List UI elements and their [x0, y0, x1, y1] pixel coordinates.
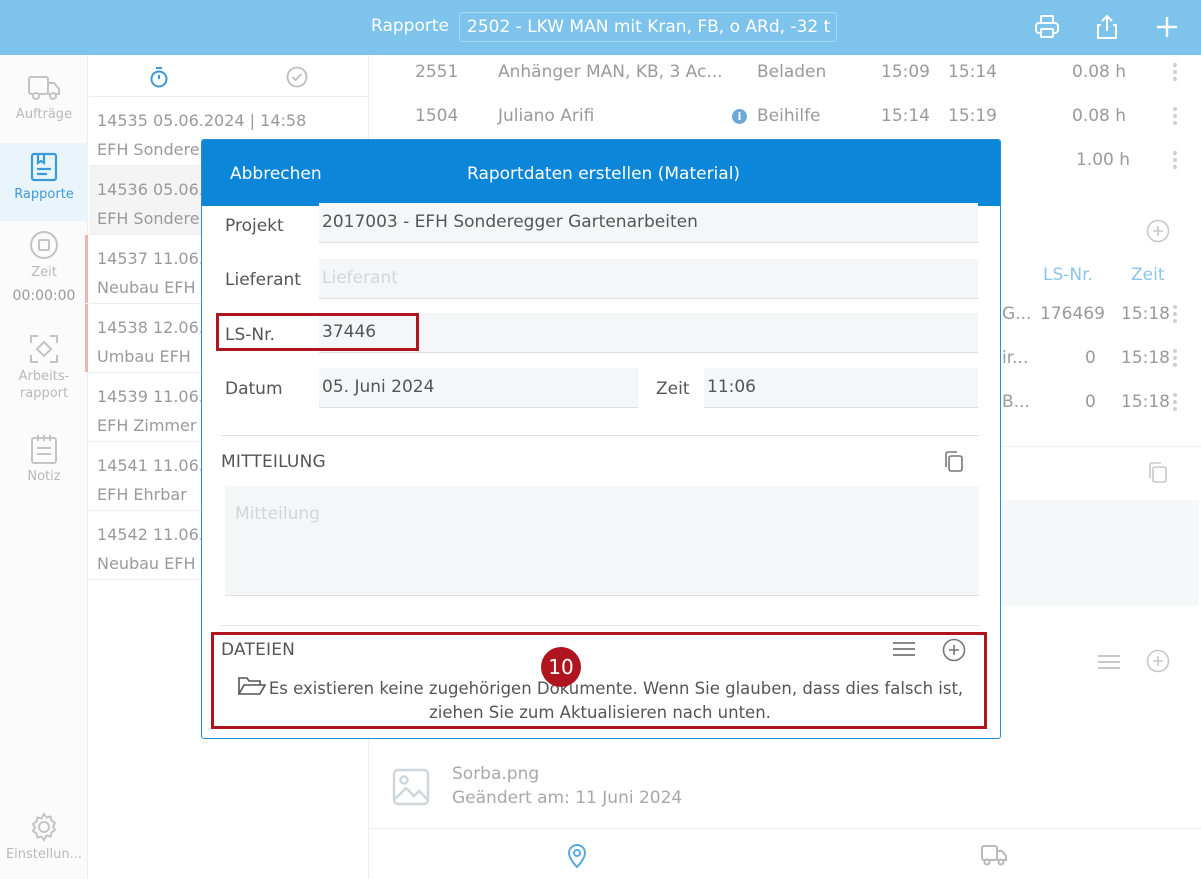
message-area	[1001, 500, 1199, 606]
lieferant-label: Lieferant	[225, 270, 301, 290]
nav-item-arbeitsrapport[interactable]: Arbeits- rapport	[0, 333, 88, 413]
plus-icon[interactable]	[1153, 13, 1181, 41]
table-cell: 1.00 h	[1076, 150, 1131, 170]
highlight-dateien	[211, 632, 987, 729]
scan-icon	[30, 335, 58, 363]
more-icon[interactable]	[1173, 63, 1177, 84]
mitteilung-input[interactable]: Mitteilung	[225, 486, 979, 596]
nav-item-einstellungen[interactable]: Einstellun...	[0, 811, 88, 871]
column-header[interactable]: LS-Nr.	[1043, 265, 1093, 285]
projekt-label: Projekt	[225, 216, 284, 236]
add-circle-icon[interactable]	[1146, 649, 1170, 673]
notepad-icon	[31, 435, 57, 464]
printer-icon[interactable]	[1033, 13, 1061, 41]
timer-value: 00:00:00	[12, 288, 76, 304]
nav-label-arbeits: Arbeits-	[18, 369, 70, 384]
table-cell: 15:09	[881, 62, 930, 82]
zeit-field[interactable]: 11:06	[704, 368, 978, 408]
mitteilung-title: MITTEILUNG	[221, 452, 326, 472]
table-cell: 176469	[1040, 304, 1105, 324]
info-icon[interactable]: i	[732, 109, 747, 124]
list-header	[89, 55, 369, 97]
nav-label-rapport: rapport	[19, 386, 69, 401]
table-cell: 0.08 h	[1072, 106, 1127, 126]
table-cell: Anhänger MAN, KB, 3 Ac...	[498, 62, 723, 82]
nav-item-rapporte[interactable]: Rapporte	[0, 143, 88, 221]
table-cell: G...	[1002, 304, 1032, 324]
nav-label-notiz: Notiz	[27, 469, 61, 484]
more-icon[interactable]	[1173, 349, 1177, 370]
table-cell: 15:14	[948, 62, 997, 82]
table-cell: 15:14	[881, 106, 930, 126]
projekt-field[interactable]: 2017003 - EFH Sonderegger Gartenarbeiten	[319, 203, 978, 243]
status-marker	[85, 304, 88, 372]
lieferant-field[interactable]: Lieferant	[319, 259, 978, 299]
table-cell: 2551	[415, 62, 459, 82]
file-name[interactable]: Sorba.png	[452, 764, 539, 784]
check-circle-icon[interactable]	[286, 66, 308, 88]
truck-icon	[28, 76, 60, 100]
more-icon[interactable]	[1173, 151, 1177, 172]
table-cell: 15:18	[1121, 348, 1170, 368]
page-title: Rapporte	[371, 16, 449, 36]
truck-icon[interactable]	[980, 843, 1008, 867]
dialog-header: Abbrechen Raportdaten erstellen (Materia…	[202, 140, 1000, 206]
gear-icon	[31, 812, 57, 842]
nav-item-notiz[interactable]: Notiz	[0, 433, 88, 493]
list-item-title: 14535 05.06.2024 | 14:58	[97, 111, 307, 130]
table-cell: 0.08 h	[1072, 62, 1127, 82]
zeit-label: Zeit	[656, 379, 690, 399]
nav-label-einstellungen: Einstellun...	[5, 847, 83, 862]
share-icon[interactable]	[1093, 13, 1121, 41]
table-cell: Juliano Arifi	[498, 106, 595, 126]
side-nav: Aufträge Rapporte Zeit 00:00:00 Arbeits-…	[0, 55, 88, 879]
table-cell: 0	[1085, 348, 1096, 368]
more-icon[interactable]	[1173, 393, 1177, 414]
table-cell: 1504	[415, 106, 459, 126]
divider	[1001, 446, 1201, 447]
table-cell: 15:18	[1121, 392, 1170, 412]
more-icon[interactable]	[1173, 305, 1177, 326]
divider	[221, 435, 979, 436]
table-cell: ir...	[1002, 348, 1029, 368]
nav-label-zeit: Zeit	[31, 265, 57, 280]
table-cell: Beihilfe	[757, 106, 821, 126]
datum-label: Datum	[225, 379, 283, 399]
table-cell: 0	[1085, 392, 1096, 412]
nav-item-auftraege[interactable]: Aufträge	[0, 73, 88, 135]
copy-icon[interactable]	[1147, 461, 1169, 485]
column-header[interactable]: Zeit	[1131, 265, 1165, 285]
nav-label-rapporte: Rapporte	[14, 187, 74, 202]
vehicle-select[interactable]: 2502 - LKW MAN mit Kran, FB, o ARd, -32 …	[459, 12, 837, 42]
more-icon[interactable]	[1173, 107, 1177, 128]
stopwatch-icon[interactable]	[149, 66, 169, 88]
status-marker	[85, 235, 88, 303]
table-cell: 15:19	[948, 106, 997, 126]
bottom-tab-bar	[369, 828, 1201, 879]
datum-field[interactable]: 05. Juni 2024	[319, 368, 638, 408]
nav-label-auftraege: Aufträge	[15, 107, 73, 122]
nav-item-zeit[interactable]: Zeit 00:00:00	[0, 229, 88, 319]
dialog-title: Raportdaten erstellen (Material)	[467, 164, 741, 184]
file-changed: Geändert am: 11 Juni 2024	[452, 788, 683, 808]
table-cell: B...	[1002, 392, 1030, 412]
copy-icon[interactable]	[943, 450, 965, 474]
menu-icon[interactable]	[1096, 652, 1122, 672]
cancel-button[interactable]: Abbrechen	[230, 164, 322, 184]
timer-stop-icon	[30, 231, 58, 259]
highlight-ls-nr	[216, 313, 419, 351]
step-badge: 10	[541, 647, 581, 687]
top-bar: Rapporte 2502 - LKW MAN mit Kran, FB, o …	[0, 0, 1201, 55]
table-cell: 15:18	[1121, 304, 1170, 324]
add-circle-icon[interactable]	[1146, 219, 1170, 243]
image-file-icon	[392, 768, 430, 806]
report-icon	[30, 152, 58, 182]
table-cell: Beladen	[757, 62, 827, 82]
location-pin-icon[interactable]	[566, 843, 588, 869]
divider	[221, 625, 979, 626]
